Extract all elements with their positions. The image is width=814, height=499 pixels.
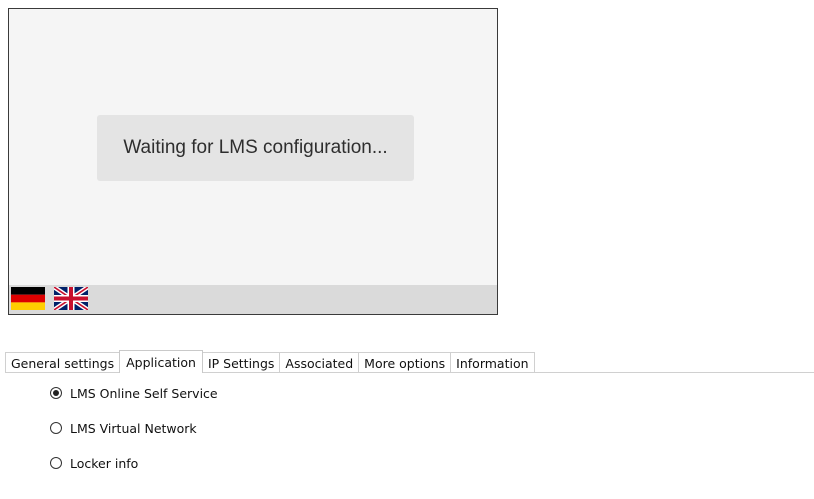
device-preview-screen: Waiting for LMS configuration... <box>8 8 498 315</box>
settings-tabs: General settings Application IP Settings… <box>5 350 535 373</box>
tab-more-options[interactable]: More options <box>358 352 452 373</box>
tab-label: IP Settings <box>207 355 275 371</box>
tab-label: Associated <box>285 355 354 371</box>
tab-label: More options <box>364 355 446 371</box>
option-lms-online-self-service[interactable]: LMS Online Self Service <box>50 383 218 403</box>
german-flag-icon[interactable] <box>11 287 45 310</box>
radio-button[interactable] <box>50 422 62 434</box>
radio-button[interactable] <box>50 457 62 469</box>
radio-button-checked[interactable] <box>50 387 62 399</box>
uk-flag-icon[interactable] <box>54 287 88 310</box>
tab-label: Application <box>126 354 196 370</box>
option-locker-info[interactable]: Locker info <box>50 453 218 473</box>
tab-information[interactable]: Information <box>450 352 535 373</box>
option-label: Locker info <box>70 455 139 471</box>
option-label: LMS Online Self Service <box>70 385 218 401</box>
application-options: LMS Online Self Service LMS Virtual Netw… <box>50 383 218 488</box>
tab-ip-settings[interactable]: IP Settings <box>201 352 281 373</box>
tab-general-settings[interactable]: General settings <box>5 352 121 373</box>
status-message-box: Waiting for LMS configuration... <box>97 115 414 181</box>
status-message: Waiting for LMS configuration... <box>123 137 388 158</box>
option-lms-virtual-network[interactable]: LMS Virtual Network <box>50 418 218 438</box>
tab-label: Information <box>456 355 529 371</box>
tab-label: General settings <box>11 355 115 371</box>
option-label: LMS Virtual Network <box>70 420 197 436</box>
tab-application[interactable]: Application <box>119 350 203 373</box>
tab-associated[interactable]: Associated <box>279 352 360 373</box>
language-bar <box>9 285 497 314</box>
